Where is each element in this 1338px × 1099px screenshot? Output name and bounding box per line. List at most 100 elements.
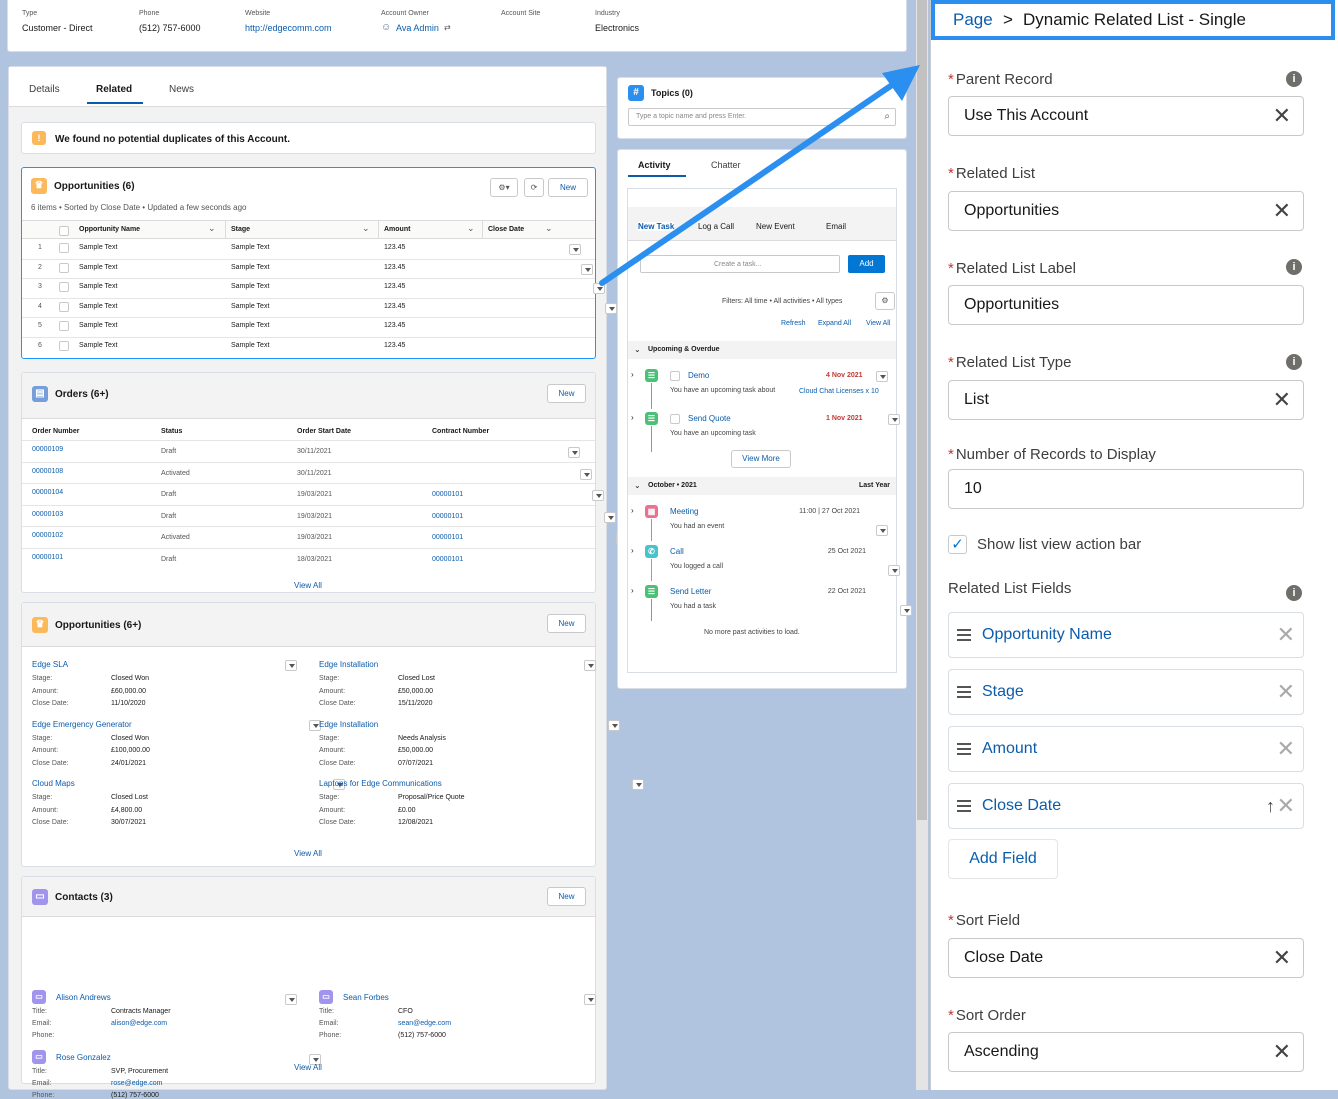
clear-icon[interactable]: ✕ [1273, 97, 1291, 135]
expand-all-link[interactable]: Expand All [818, 320, 851, 327]
contract-number-link[interactable]: 00000101 [432, 491, 463, 498]
remove-icon[interactable]: ✕ [1277, 784, 1295, 828]
opportunity-link[interactable]: Edge SLA [32, 660, 68, 669]
contract-number-link[interactable]: 00000101 [432, 513, 463, 520]
action-bar-checkbox[interactable]: ✓ [948, 535, 967, 554]
row-action-chevron[interactable] [580, 468, 592, 480]
contact-name-link[interactable]: Sean Forbes [343, 993, 389, 1002]
opps-tiles-view-all[interactable]: View All [294, 849, 322, 858]
rl-type-field[interactable]: List ✕ [948, 380, 1304, 420]
task-checkbox[interactable] [670, 371, 680, 381]
order-number-link[interactable]: 00000102 [32, 532, 63, 539]
drag-handle-icon[interactable] [957, 686, 971, 698]
chevron-right-icon[interactable]: › [631, 586, 634, 595]
contact-field-value[interactable]: sean@edge.com [398, 1020, 451, 1027]
opps-table-new-button[interactable]: New [548, 178, 588, 197]
row-checkbox[interactable] [59, 282, 69, 293]
info-icon[interactable]: i [1286, 71, 1302, 87]
clear-icon[interactable]: ✕ [1273, 1033, 1291, 1071]
view-all-link[interactable]: View All [866, 320, 890, 327]
rl-label-field[interactable]: Opportunities [948, 285, 1304, 325]
header-field-value[interactable]: Ava Admin [396, 23, 439, 33]
opportunity-link[interactable]: Edge Installation [319, 660, 378, 669]
row-action-chevron[interactable] [604, 511, 616, 523]
row-checkbox[interactable] [59, 301, 69, 312]
task-checkbox[interactable] [670, 414, 680, 424]
contact-field-value[interactable]: rose@edge.com [111, 1080, 162, 1087]
row-action-chevron[interactable] [568, 447, 580, 458]
info-icon[interactable]: i [1286, 259, 1302, 275]
header-field-value[interactable]: http://edgecomm.com [245, 23, 332, 33]
orders-view-all[interactable]: View All [294, 581, 322, 590]
remove-icon[interactable]: ✕ [1277, 613, 1295, 657]
contacts-view-all[interactable]: View All [294, 1063, 322, 1072]
orders-new-button[interactable]: New [547, 384, 586, 403]
arrow-up-icon[interactable]: ↑ [1266, 784, 1275, 828]
row-action-chevron[interactable] [888, 565, 900, 576]
field-opportunity-name[interactable]: Opportunity Name ✕ [948, 612, 1304, 658]
row-action-chevron[interactable] [876, 525, 888, 536]
chevron-right-icon[interactable]: › [631, 370, 634, 379]
field-close-date[interactable]: Close Date ↑ ✕ [948, 783, 1304, 829]
contacts-new-button[interactable]: New [547, 887, 586, 906]
order-number-link[interactable]: 00000108 [32, 468, 63, 475]
change-owner-icon[interactable]: ⇄ [444, 23, 451, 32]
num-records-field[interactable]: 10 [948, 469, 1304, 509]
task-related-link[interactable]: Cloud Chat Licenses x 10 [799, 388, 879, 395]
contact-field-value[interactable]: alison@edge.com [111, 1020, 167, 1027]
tab-news[interactable]: News [169, 84, 194, 95]
activity-title-link[interactable]: Meeting [670, 507, 698, 516]
view-more-button[interactable]: View More [731, 450, 791, 468]
add-field-button[interactable]: Add Field [948, 839, 1058, 879]
row-action-chevron[interactable] [900, 605, 912, 616]
row-checkbox[interactable] [59, 341, 69, 351]
opportunity-link[interactable]: Edge Emergency Generator [32, 720, 132, 729]
select-all-checkbox[interactable] [59, 226, 69, 236]
drag-handle-icon[interactable] [957, 800, 971, 812]
row-action-chevron[interactable] [632, 779, 644, 790]
row-action-chevron[interactable] [569, 244, 581, 255]
info-icon[interactable]: i [1286, 585, 1302, 601]
order-number-link[interactable]: 00000101 [32, 554, 63, 561]
row-checkbox[interactable] [59, 262, 69, 273]
tab-related[interactable]: Related [96, 84, 132, 95]
chevron-down-icon[interactable]: ⌄ [545, 223, 553, 234]
drag-handle-icon[interactable] [957, 743, 971, 755]
order-number-link[interactable]: 00000109 [32, 446, 63, 453]
row-checkbox[interactable] [59, 321, 69, 332]
refresh-button[interactable]: ⟳ [524, 178, 544, 197]
drag-handle-icon[interactable] [957, 629, 971, 641]
opportunity-link[interactable]: Edge Installation [319, 720, 378, 729]
row-action-chevron[interactable] [605, 302, 617, 314]
row-checkbox[interactable] [59, 243, 69, 253]
clear-icon[interactable]: ✕ [1273, 381, 1291, 419]
contract-number-link[interactable]: 00000101 [432, 534, 463, 541]
activity-title-link[interactable]: Call [670, 547, 684, 556]
activity-title-link[interactable]: Send Letter [670, 587, 711, 596]
row-action-chevron[interactable] [584, 994, 596, 1005]
contract-number-link[interactable]: 00000101 [432, 556, 463, 563]
opps-tiles-new-button[interactable]: New [547, 614, 586, 633]
refresh-link[interactable]: Refresh [781, 320, 806, 327]
remove-icon[interactable]: ✕ [1277, 670, 1295, 714]
month-header[interactable]: ⌄ October • 2021 Last Year [628, 477, 896, 495]
related-list-field[interactable]: Opportunities ✕ [948, 191, 1304, 231]
row-action-chevron[interactable] [876, 371, 888, 382]
chevron-down-icon[interactable]: ⌄ [467, 223, 475, 234]
task-title-link[interactable]: Demo [688, 371, 709, 380]
opportunity-link[interactable]: Cloud Maps [32, 779, 75, 788]
info-icon[interactable]: i [1286, 354, 1302, 370]
chevron-down-icon[interactable]: ⌄ [362, 223, 370, 234]
sort-order-field[interactable]: Ascending ✕ [948, 1032, 1304, 1072]
row-action-chevron[interactable] [285, 994, 297, 1005]
order-number-link[interactable]: 00000103 [32, 511, 63, 518]
chevron-right-icon[interactable]: › [631, 546, 634, 555]
contact-name-link[interactable]: Alison Andrews [56, 993, 111, 1002]
row-action-chevron[interactable] [584, 660, 596, 671]
chevron-down-icon[interactable]: ⌄ [208, 223, 216, 234]
upcoming-header[interactable]: ⌄ Upcoming & Overdue [628, 341, 896, 359]
remove-icon[interactable]: ✕ [1277, 727, 1295, 771]
row-action-chevron[interactable] [285, 660, 297, 671]
parent-record-field[interactable]: Use This Account ✕ [948, 96, 1304, 136]
field-stage[interactable]: Stage ✕ [948, 669, 1304, 715]
